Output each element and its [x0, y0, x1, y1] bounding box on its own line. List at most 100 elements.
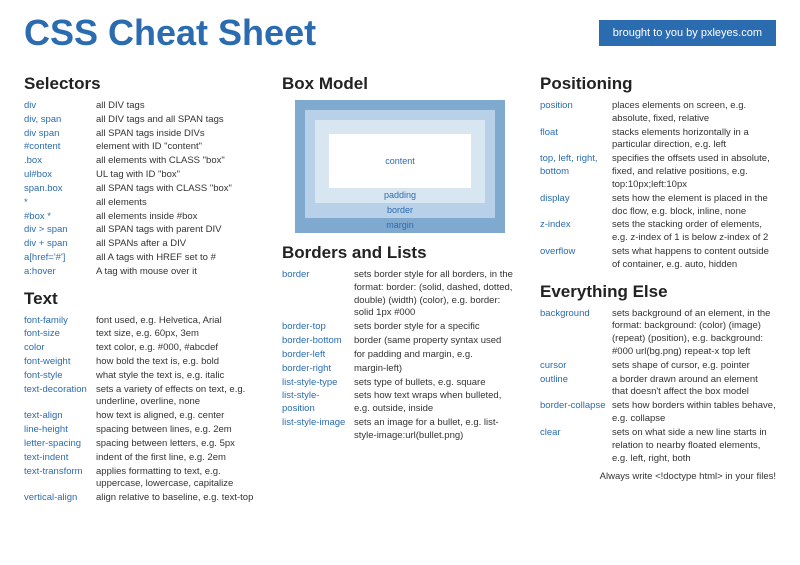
definition-row: outlinea border drawn around an element … — [540, 374, 776, 400]
term: font-size — [24, 328, 96, 341]
term: text-decoration — [24, 384, 96, 397]
definition-row: *all elements — [24, 197, 260, 210]
term: letter-spacing — [24, 438, 96, 451]
term: background — [540, 308, 612, 321]
term: outline — [540, 374, 612, 387]
section-title-selectors: Selectors — [24, 74, 260, 94]
description: border (same property syntax used — [354, 335, 518, 348]
definition-row: list-style-typesets type of bullets, e.g… — [282, 377, 518, 390]
definition-row: div, spanall DIV tags and all SPAN tags — [24, 114, 260, 127]
term: border — [282, 269, 354, 282]
term: clear — [540, 427, 612, 440]
definition-row: colortext color, e.g. #000, #abcdef — [24, 342, 260, 355]
definition-row: .boxall elements with CLASS "box" — [24, 155, 260, 168]
definition-row: list-style-positionsets how text wraps w… — [282, 390, 518, 416]
column-2: Box Model content padding border margin … — [282, 64, 518, 506]
section-selectors: divall DIV tagsdiv, spanall DIV tags and… — [24, 100, 260, 279]
term: #box * — [24, 211, 96, 224]
description: for padding and margin, e.g. — [354, 349, 518, 362]
footer-note: Always write <!doctype html> in your fil… — [540, 471, 776, 482]
definition-row: a:hoverA tag with mouse over it — [24, 266, 260, 279]
section-borders: bordersets border style for all borders,… — [282, 269, 518, 443]
term: a[href='#'] — [24, 252, 96, 265]
term: border-collapse — [540, 400, 612, 413]
term: vertical-align — [24, 492, 96, 505]
term: a:hover — [24, 266, 96, 279]
column-3: Positioning positionplaces elements on s… — [540, 64, 776, 506]
section-title-positioning: Positioning — [540, 74, 776, 94]
term: top, left, right, bottom — [540, 153, 612, 179]
description: spacing between lines, e.g. 2em — [96, 424, 260, 437]
box-model-border: content padding border — [305, 110, 495, 218]
term: text-align — [24, 410, 96, 423]
description: indent of the first line, e.g. 2em — [96, 452, 260, 465]
description: all elements — [96, 197, 260, 210]
box-model-diagram: content padding border margin — [282, 100, 518, 233]
term: div + span — [24, 238, 96, 251]
definition-row: text-indentindent of the first line, e.g… — [24, 452, 260, 465]
box-model-padding: content padding — [315, 120, 485, 203]
section-text: font-familyfont used, e.g. Helvetica, Ar… — [24, 315, 260, 505]
definition-row: cursorsets shape of cursor, e.g. pointer — [540, 360, 776, 373]
term: font-family — [24, 315, 96, 328]
definition-row: border-bottomborder (same property synta… — [282, 335, 518, 348]
definition-row: font-stylewhat style the text is, e.g. i… — [24, 370, 260, 383]
credit-badge: brought to you by pxleyes.com — [599, 20, 776, 46]
term: div span — [24, 128, 96, 141]
term: list-style-image — [282, 417, 354, 430]
description: all elements with CLASS "box" — [96, 155, 260, 168]
definition-row: border-rightmargin-left) — [282, 363, 518, 376]
term: color — [24, 342, 96, 355]
term: div — [24, 100, 96, 113]
term: line-height — [24, 424, 96, 437]
definition-row: clearsets on what side a new line starts… — [540, 427, 776, 465]
term: border-right — [282, 363, 354, 376]
definition-row: text-alignhow text is aligned, e.g. cent… — [24, 410, 260, 423]
definition-row: font-familyfont used, e.g. Helvetica, Ar… — [24, 315, 260, 328]
term: list-style-type — [282, 377, 354, 390]
definition-row: font-sizetext size, e.g. 60px, 3em — [24, 328, 260, 341]
description: places elements on screen, e.g. absolute… — [612, 100, 776, 126]
term: text-transform — [24, 466, 96, 479]
definition-row: span.boxall SPAN tags with CLASS "box" — [24, 183, 260, 196]
definition-row: floatstacks elements horizontally in a p… — [540, 127, 776, 153]
term: list-style-position — [282, 390, 354, 416]
description: all SPAN tags with parent DIV — [96, 224, 260, 237]
description: specifies the offsets used in absolute, … — [612, 153, 776, 191]
term: z-index — [540, 219, 612, 232]
definition-row: div > spanall SPAN tags with parent DIV — [24, 224, 260, 237]
definition-row: #contentelement with ID "content" — [24, 141, 260, 154]
description: all DIV tags — [96, 100, 260, 113]
description: sets on what side a new line starts in r… — [612, 427, 776, 465]
description: what style the text is, e.g. italic — [96, 370, 260, 383]
description: stacks elements horizontally in a partic… — [612, 127, 776, 153]
section-title-text: Text — [24, 289, 260, 309]
definition-row: a[href='#']all A tags with HREF set to # — [24, 252, 260, 265]
box-model-margin-label: margin — [305, 218, 495, 231]
term: border-left — [282, 349, 354, 362]
description: sets background of an element, in the fo… — [612, 308, 776, 359]
term: ul#box — [24, 169, 96, 182]
header: CSS Cheat Sheet brought to you by pxleye… — [0, 0, 800, 60]
box-model-padding-label: padding — [329, 188, 471, 201]
description: all DIV tags and all SPAN tags — [96, 114, 260, 127]
definition-row: div spanall SPAN tags inside DIVs — [24, 128, 260, 141]
description: sets how the element is placed in the do… — [612, 193, 776, 219]
description: sets how borders within tables behave, e… — [612, 400, 776, 426]
box-model-content: content — [329, 134, 471, 188]
definition-row: overflowsets what happens to content out… — [540, 246, 776, 272]
term: text-indent — [24, 452, 96, 465]
definition-row: z-indexsets the stacking order of elemen… — [540, 219, 776, 245]
term: border-bottom — [282, 335, 354, 348]
definition-row: backgroundsets background of an element,… — [540, 308, 776, 359]
description: sets an image for a bullet, e.g. list-st… — [354, 417, 518, 443]
definition-row: line-heightspacing between lines, e.g. 2… — [24, 424, 260, 437]
description: sets the stacking order of elements, e.g… — [612, 219, 776, 245]
definition-row: #box *all elements inside #box — [24, 211, 260, 224]
description: how text is aligned, e.g. center — [96, 410, 260, 423]
definition-row: list-style-imagesets an image for a bull… — [282, 417, 518, 443]
description: sets border style for all borders, in th… — [354, 269, 518, 320]
term: * — [24, 197, 96, 210]
description: all SPANs after a DIV — [96, 238, 260, 251]
definition-row: border-leftfor padding and margin, e.g. — [282, 349, 518, 362]
